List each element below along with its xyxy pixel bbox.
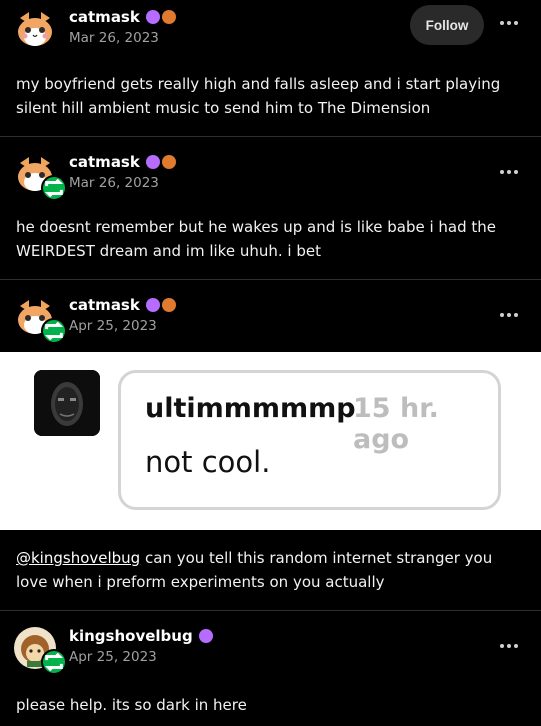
post: catmask Mar 26, 2023 Follow my boyfriend… xyxy=(0,0,541,136)
avatar[interactable] xyxy=(14,627,67,675)
more-options-icon[interactable] xyxy=(499,305,519,325)
username[interactable]: catmask xyxy=(69,153,140,171)
post-header: catmask Apr 25, 2023 xyxy=(0,280,541,352)
name-row: catmask xyxy=(69,153,176,171)
name-row: catmask xyxy=(69,8,176,26)
post-text: he doesnt remember but he wakes up and i… xyxy=(16,218,496,260)
post: kingshovelbug Apr 25, 2023 please help. … xyxy=(0,611,541,717)
post-header: catmask Mar 26, 2023 xyxy=(0,137,541,201)
post-date[interactable]: Mar 26, 2023 xyxy=(69,175,159,191)
purple-badge-icon[interactable] xyxy=(198,629,213,643)
post-image[interactable]: ultimmmmmp 15 hr. ago not cool. xyxy=(0,352,541,530)
chat-timestamp: 15 hr. ago xyxy=(353,393,439,455)
reblog-icon xyxy=(41,649,67,675)
avatar[interactable] xyxy=(14,153,67,201)
purple-badge-icon[interactable] xyxy=(145,10,160,24)
post-date[interactable]: Apr 25, 2023 xyxy=(69,649,157,665)
chat-username: ultimmmmmp xyxy=(145,393,356,424)
more-options-icon[interactable] xyxy=(499,636,519,656)
purple-badge-icon[interactable] xyxy=(145,298,160,312)
badges xyxy=(145,155,176,169)
chat-bubble: ultimmmmmp 15 hr. ago not cool. xyxy=(118,370,501,510)
name-row: catmask xyxy=(69,296,176,314)
username[interactable]: kingshovelbug xyxy=(69,627,193,645)
username[interactable]: catmask xyxy=(69,8,140,26)
paw-badge-icon[interactable] xyxy=(161,10,176,24)
more-options-icon[interactable] xyxy=(499,162,519,182)
avatar[interactable] xyxy=(14,8,56,50)
reblog-icon xyxy=(41,318,67,344)
paw-badge-icon[interactable] xyxy=(161,155,176,169)
post-text: @kingshovelbug can you tell this random … xyxy=(0,530,541,610)
post: catmask Mar 26, 2023 he doesnt remember … xyxy=(0,137,541,279)
post-text: please help. its so dark in here xyxy=(16,696,247,714)
badges xyxy=(145,10,176,24)
mention-link[interactable]: @kingshovelbug xyxy=(16,549,140,567)
follow-button[interactable]: Follow xyxy=(410,5,484,45)
reblog-icon xyxy=(41,175,67,201)
avatar[interactable] xyxy=(14,296,67,344)
badges xyxy=(145,298,176,312)
username[interactable]: catmask xyxy=(69,296,140,314)
chat-message: not cool. xyxy=(145,445,271,479)
post-date[interactable]: Apr 25, 2023 xyxy=(69,318,157,334)
chat-avatar-image xyxy=(34,370,100,436)
badges xyxy=(198,629,213,643)
post-date[interactable]: Mar 26, 2023 xyxy=(69,30,159,46)
post-header: catmask Mar 26, 2023 Follow xyxy=(0,0,541,54)
catmask-avatar-icon xyxy=(14,8,56,50)
paw-badge-icon[interactable] xyxy=(161,298,176,312)
name-row: kingshovelbug xyxy=(69,627,213,645)
more-options-icon[interactable] xyxy=(499,13,519,33)
purple-badge-icon[interactable] xyxy=(145,155,160,169)
post: catmask Apr 25, 2023 ultimmmmmp 15 hr. a… xyxy=(0,280,541,610)
post-header: kingshovelbug Apr 25, 2023 xyxy=(0,611,541,675)
post-text: my boyfriend gets really high and falls … xyxy=(16,75,501,117)
